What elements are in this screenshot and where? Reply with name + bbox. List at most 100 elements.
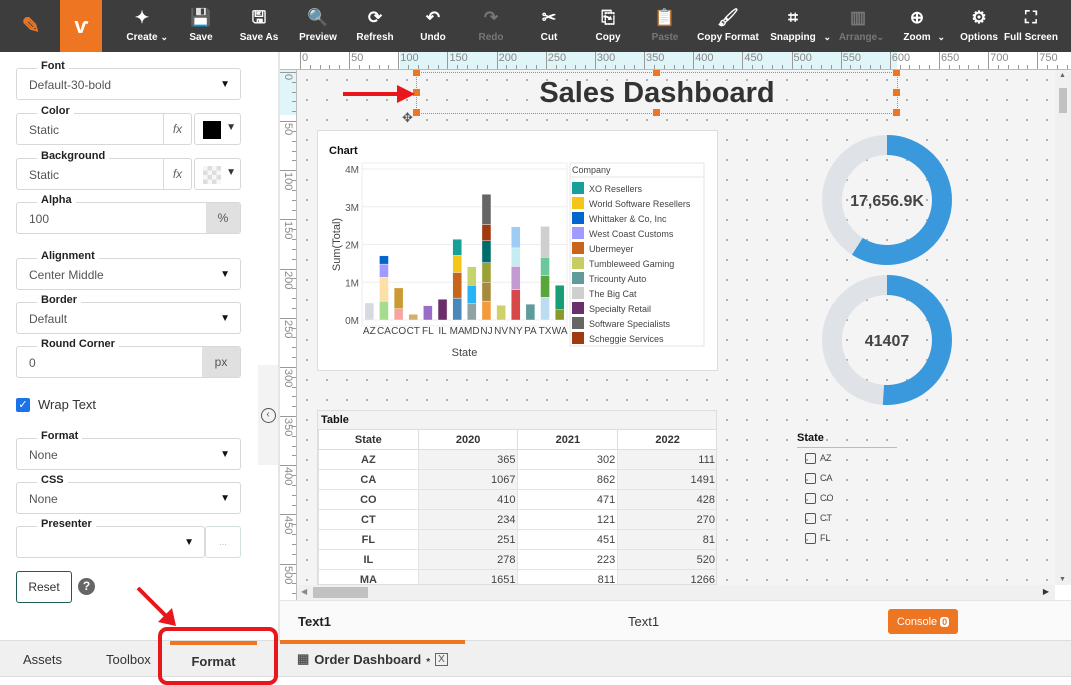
visual-composer-icon[interactable]: ⱱ: [60, 0, 102, 52]
font-value: Default-30-bold: [29, 78, 112, 92]
toolbar-label: Copy: [595, 32, 621, 43]
alignment-label: Alignment: [37, 250, 99, 262]
table-cell: 428: [617, 489, 716, 510]
table-title: Table: [321, 414, 349, 426]
dashboard-canvas[interactable]: Sales Dashboard ✥ Chart 0M 1M 2M 3M 4M Sum(Tot…: [297, 70, 1055, 585]
column-header[interactable]: State: [318, 429, 419, 450]
close-tab-icon[interactable]: X: [435, 652, 448, 666]
state-filter-option[interactable]: CA: [797, 468, 897, 488]
column-header[interactable]: 2020: [417, 429, 519, 450]
save-icon: 💾: [190, 8, 212, 27]
font-label: Font: [37, 60, 69, 72]
toolbar-label: Full Screen: [1004, 32, 1058, 43]
state-filter-option[interactable]: AZ: [797, 448, 897, 468]
sparkle-icon: ✦: [134, 8, 150, 27]
table-cell: 1067: [417, 469, 519, 490]
table-cell: CT: [318, 509, 419, 530]
ruler-label: 300: [596, 52, 616, 64]
ruler-label: 450: [282, 516, 294, 535]
toolbar-label: Zoom: [903, 32, 931, 43]
presenter-label: Presenter: [37, 518, 96, 530]
ruler-label: 0: [302, 52, 309, 64]
doc-tab-label: Order Dashboard: [314, 651, 422, 667]
ruler-label: 0: [282, 74, 294, 81]
formula-icon[interactable]: fx: [163, 159, 191, 189]
color-swatch-picker[interactable]: ▼: [194, 113, 241, 145]
dropdown-arrow-icon: ▼: [220, 269, 230, 280]
checkbox-icon: [805, 512, 816, 524]
dropdown-arrow-icon: ▼: [220, 79, 230, 90]
option-label: CA: [820, 473, 833, 483]
table-cell: 862: [517, 469, 619, 490]
tab-order-dashboard[interactable]: ▦ Order Dashboard * X: [297, 641, 448, 677]
collapse-panel-button[interactable]: ‹: [258, 365, 278, 465]
full-screen-button[interactable]: ⛶ Full Screen: [991, 0, 1071, 52]
formula-icon[interactable]: fx: [163, 114, 191, 144]
ruler-label: 750: [1039, 52, 1058, 64]
background-label: Background: [37, 150, 110, 162]
state-filter-option[interactable]: CT: [797, 508, 897, 528]
wrap-text-checkbox[interactable]: ✓ Wrap Text: [16, 397, 96, 412]
help-icon[interactable]: ?: [78, 578, 95, 595]
round-corner-input[interactable]: Round Corner 0 px: [16, 338, 241, 378]
refresh-icon: ⟳: [367, 8, 383, 27]
round-corner-unit: px: [202, 347, 240, 377]
ruler-label: 600: [891, 52, 911, 64]
table-component[interactable]: Table State 2020 2021 2022 AZ 365 302 111 CA 1067…: [317, 410, 717, 585]
tab-toolbox[interactable]: Toolbox: [106, 641, 151, 677]
table-cell: 270: [617, 509, 716, 530]
chevron-left-icon: ‹: [260, 407, 276, 423]
dropdown-arrow-icon: ▼: [220, 449, 230, 460]
toolbar-label: Copy Format: [697, 32, 759, 43]
format-select[interactable]: Format None ▼: [16, 430, 241, 470]
state-filter: State AZ CA CO CT FL: [797, 432, 897, 548]
dropdown-arrow-icon: ▼: [220, 313, 230, 324]
column-header[interactable]: 2022: [617, 429, 716, 450]
background-field[interactable]: Background Static fx: [16, 150, 192, 190]
state-filter-option[interactable]: FL: [797, 528, 897, 548]
presenter-select[interactable]: Presenter ▼: [16, 518, 205, 558]
presenter-options-button[interactable]: ...: [205, 526, 241, 558]
console-count-badge: 0: [940, 616, 950, 627]
selected-component-name: Text1: [298, 614, 331, 629]
alignment-value: Center Middle: [29, 268, 104, 282]
font-select[interactable]: Font Default-30-bold ▼: [16, 60, 241, 100]
table-cell: MA: [318, 569, 419, 584]
ruler-label: 300: [282, 368, 294, 388]
dropdown-arrow-icon: ▼: [226, 122, 236, 133]
table-cell: 811: [517, 569, 619, 584]
table-row: CT 234 121 270: [318, 509, 716, 530]
dropdown-arrow-icon: ▼: [220, 493, 230, 504]
alpha-input[interactable]: Alpha 100%: [16, 194, 241, 234]
horizontal-ruler: 0 50 100 150 200 250 300 350 400 450 500 550 600 650 7…: [280, 52, 1071, 70]
ruler-label: 350: [646, 52, 665, 64]
modified-indicator: *: [426, 656, 431, 668]
toolbar-label: Save As: [239, 32, 279, 43]
state-filter-option[interactable]: CO: [797, 488, 897, 508]
column-header[interactable]: 2021: [517, 429, 619, 450]
ruler-label: 500: [282, 565, 294, 584]
table-header-row: State 2020 2021 2022: [318, 429, 716, 450]
color-value: Static: [29, 123, 60, 137]
option-label: CT: [820, 513, 832, 523]
tab-assets[interactable]: Assets: [23, 641, 62, 677]
alignment-select[interactable]: Alignment Center Middle ▼: [16, 250, 241, 290]
border-select[interactable]: Border Default ▼: [16, 294, 241, 334]
reset-button[interactable]: Reset: [16, 571, 72, 603]
vertical-scrollbar[interactable]: ▲ ▼: [1055, 70, 1071, 585]
table-cell: 223: [517, 549, 619, 570]
table-cell: 1491: [617, 469, 716, 490]
data-table: State 2020 2021 2022 AZ 365 302 111 CA 1067 862 149…: [318, 429, 716, 584]
option-label: CO: [820, 493, 834, 503]
css-select[interactable]: CSS None ▼: [16, 474, 241, 514]
background-swatch-picker[interactable]: ▼: [194, 158, 241, 190]
table-row: AZ 365 302 111: [318, 449, 716, 470]
color-field[interactable]: Color Static fx: [16, 105, 192, 145]
toolbar-label: Save: [189, 32, 213, 43]
ruler-label: 150: [282, 221, 294, 240]
horizontal-scrollbar[interactable]: ◀ ▶: [297, 585, 1055, 600]
format-label: Format: [37, 430, 83, 442]
scissors-icon: ✂: [541, 8, 557, 27]
paint-roller-icon: 🖌: [717, 8, 739, 27]
console-button[interactable]: Console 0: [888, 609, 958, 634]
